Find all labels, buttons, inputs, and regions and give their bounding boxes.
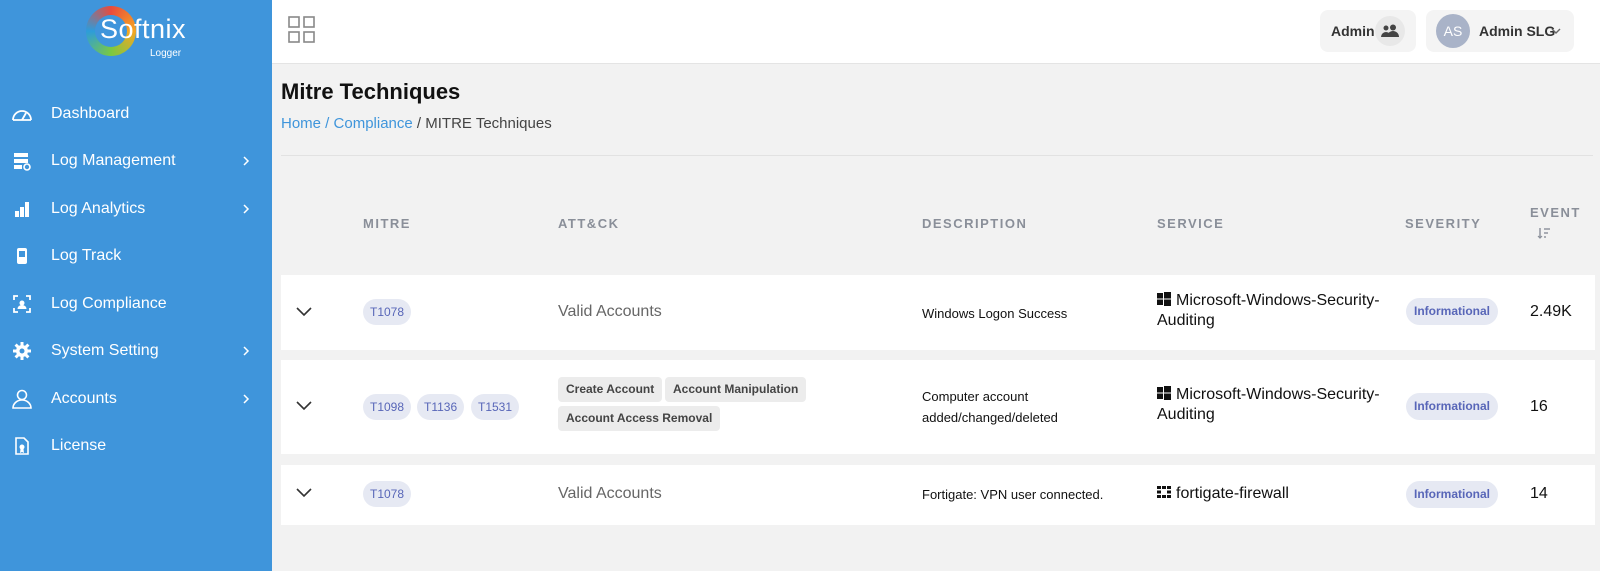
sidebar-nav: Dashboard Log Management Log Analytics L… — [0, 90, 272, 470]
column-header-description: DESCRIPTION — [922, 216, 1028, 231]
chevron-right-icon — [243, 394, 250, 404]
attck-tag: Account Access Removal — [558, 406, 721, 431]
sidebar-item-label: Log Track — [51, 247, 122, 265]
breadcrumb-compliance[interactable]: Compliance — [334, 115, 413, 132]
breadcrumb: Home / Compliance / MITRE Techniques — [281, 115, 552, 132]
device-icon — [11, 245, 33, 267]
gear-icon — [11, 340, 33, 362]
service-name: Microsoft-Windows-Security-Auditing — [1157, 292, 1380, 329]
table-row[interactable]: T1078 Valid Accounts Fortigate: VPN user… — [281, 465, 1595, 525]
chevron-down-icon — [1551, 28, 1561, 34]
column-header-attck: ATT&CK — [558, 216, 620, 231]
softnix-logo[interactable]: Softnix Logger — [86, 4, 196, 60]
service-cell: Microsoft-Windows-Security-Auditing — [1157, 291, 1387, 331]
breadcrumb-separator: / — [412, 115, 426, 132]
chart-icon — [11, 198, 33, 220]
scan-icon — [11, 293, 33, 315]
sort-icon[interactable] — [1537, 226, 1551, 240]
server-icon — [11, 150, 33, 172]
sidebar-item-dashboard[interactable]: Dashboard — [0, 90, 272, 138]
event-count: 2.49K — [1530, 303, 1572, 320]
table-row[interactable]: T1098 T1136 T1531 Create Account Account… — [281, 360, 1595, 454]
mitre-tag[interactable]: T1098 — [363, 394, 412, 420]
mitre-tag[interactable]: T1078 — [363, 299, 412, 325]
sidebar-item-label: Log Compliance — [51, 294, 167, 312]
sidebar-item-log-track[interactable]: Log Track — [0, 233, 272, 281]
breadcrumb-home[interactable]: Home — [281, 115, 321, 132]
sidebar-item-label: Dashboard — [51, 104, 130, 122]
column-header-severity: SEVERITY — [1405, 216, 1482, 231]
fortinet-icon — [1157, 486, 1171, 498]
windows-icon — [1157, 292, 1171, 306]
app-grid-icon[interactable] — [288, 16, 315, 43]
page-title: Mitre Techniques — [281, 79, 461, 104]
divider — [281, 155, 1593, 156]
logo-subtext: Logger — [150, 48, 182, 59]
breadcrumb-current: MITRE Techniques — [425, 115, 552, 132]
avatar: AS — [1436, 14, 1470, 48]
sidebar-item-log-analytics[interactable]: Log Analytics — [0, 185, 272, 233]
chevron-down-icon[interactable] — [295, 487, 313, 499]
chevron-right-icon — [243, 204, 250, 214]
user-group-icon — [1375, 16, 1405, 46]
role-label: Admin — [1331, 23, 1375, 39]
attck-tag: Account Manipulation — [665, 377, 807, 402]
sidebar-item-accounts[interactable]: Accounts — [0, 375, 272, 423]
license-icon — [11, 435, 33, 457]
severity-badge: Informational — [1406, 298, 1499, 325]
column-header-event[interactable]: EVENT — [1530, 205, 1581, 220]
sidebar-item-log-management[interactable]: Log Management — [0, 138, 272, 186]
table-row[interactable]: T1078 Valid Accounts Windows Logon Succe… — [281, 275, 1595, 350]
user-icon — [11, 388, 33, 410]
event-count: 16 — [1530, 398, 1548, 415]
user-name: Admin SLG — [1479, 23, 1556, 39]
sidebar-item-label: Accounts — [51, 389, 117, 407]
sidebar-item-label: System Setting — [51, 342, 159, 360]
sidebar-item-log-compliance[interactable]: Log Compliance — [0, 280, 272, 328]
sidebar-item-label: License — [51, 437, 107, 455]
event-count: 14 — [1530, 485, 1548, 502]
mitre-tag[interactable]: T1078 — [363, 481, 412, 507]
dashboard-icon — [11, 103, 33, 125]
chevron-down-icon[interactable] — [295, 400, 313, 412]
windows-icon — [1157, 386, 1171, 400]
attck-tag: Create Account — [558, 377, 663, 402]
role-switcher[interactable]: Admin — [1320, 10, 1416, 52]
attck-text: Valid Accounts — [558, 303, 662, 320]
sidebar-item-system-setting[interactable]: System Setting — [0, 328, 272, 376]
sidebar: Softnix Logger Dashboard Log Management … — [0, 0, 272, 571]
column-header-mitre: MITRE — [363, 216, 411, 231]
logo-text: Softnix — [100, 14, 187, 44]
description-text: Fortigate: VPN user connected. — [922, 487, 1104, 502]
chevron-right-icon — [243, 346, 250, 356]
description-text: Windows Logon Success — [922, 306, 1068, 321]
service-cell: fortigate-firewall — [1157, 484, 1387, 504]
service-name: Microsoft-Windows-Security-Auditing — [1157, 386, 1380, 423]
breadcrumb-separator: / — [321, 115, 334, 132]
sidebar-item-label: Log Analytics — [51, 199, 146, 217]
service-name: fortigate-firewall — [1176, 485, 1289, 502]
mitre-tag[interactable]: T1531 — [471, 394, 520, 420]
attck-text: Valid Accounts — [558, 485, 662, 502]
column-header-service: SERVICE — [1157, 216, 1225, 231]
severity-badge: Informational — [1406, 481, 1499, 508]
top-header: Admin AS Admin SLG — [272, 0, 1600, 64]
chevron-right-icon — [243, 156, 250, 166]
sidebar-item-license[interactable]: License — [0, 423, 272, 471]
user-menu[interactable]: AS Admin SLG — [1426, 10, 1574, 52]
chevron-down-icon[interactable] — [295, 306, 313, 318]
mitre-tag[interactable]: T1136 — [417, 394, 465, 420]
sidebar-item-label: Log Management — [51, 152, 176, 170]
description-text: Computer account added/changed/deleted — [922, 389, 1058, 425]
service-cell: Microsoft-Windows-Security-Auditing — [1157, 385, 1387, 425]
severity-badge: Informational — [1406, 393, 1499, 420]
